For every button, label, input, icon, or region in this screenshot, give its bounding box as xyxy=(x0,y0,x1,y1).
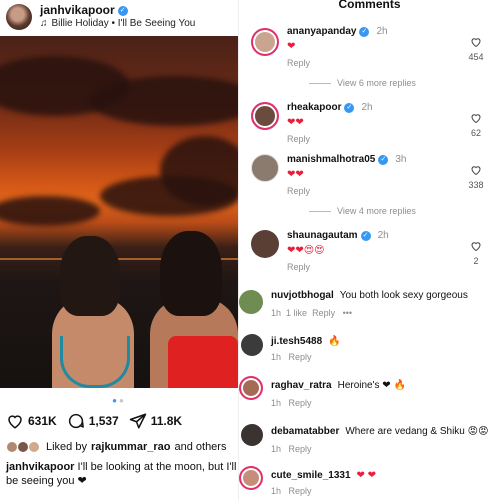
share-count: 11.8K xyxy=(150,414,183,428)
comment-item: cute_smile_1331 ❤ ❤ 1h Reply xyxy=(239,466,500,500)
verified-icon: ✓ xyxy=(344,102,355,113)
music-note-icon: ♫ xyxy=(40,18,48,29)
commenter-avatar[interactable] xyxy=(251,230,279,258)
post-header: janhvikapoor ✓ ♫ Billie Holiday • I'll B… xyxy=(0,0,238,34)
commenter-username[interactable]: raghav_ratra xyxy=(271,380,332,391)
commenter-username[interactable]: debamatabber xyxy=(271,426,339,437)
comment-like[interactable]: 2 xyxy=(464,240,488,266)
comment-item: debamatabber Where are vedang & Shiku 😡😡… xyxy=(239,422,500,458)
comment-text: ❤❤😍😍 xyxy=(287,245,325,256)
action-bar: 631K 1,537 11.8K xyxy=(6,412,182,430)
commenter-avatar[interactable] xyxy=(239,290,263,314)
caption-username[interactable]: janhvikapoor xyxy=(6,461,74,473)
post-caption: janhvikapoor I'll be looking at the moon… xyxy=(6,460,238,488)
heart-icon xyxy=(471,38,481,48)
author-username[interactable]: janhvikapoor xyxy=(40,4,115,17)
comment-text: You both look sexy gorgeous xyxy=(339,290,468,301)
song-title[interactable]: Billie Holiday • I'll Be Seeing You xyxy=(52,17,196,30)
reply-button[interactable]: Reply xyxy=(289,486,312,496)
share-action[interactable]: 11.8K xyxy=(129,412,182,430)
heart-icon xyxy=(8,415,22,429)
commenter-username[interactable]: nuvjotbhogal xyxy=(271,290,334,301)
verified-icon: ✓ xyxy=(117,5,128,16)
liker-username[interactable]: rajkummar_rao xyxy=(91,441,171,453)
verified-icon: ✓ xyxy=(360,230,371,241)
more-options-icon[interactable]: ••• xyxy=(343,308,352,318)
reply-button[interactable]: Reply xyxy=(287,186,310,196)
comment-item: raghav_ratra Heroine's ❤ 🔥 1h Reply xyxy=(239,376,500,412)
commenter-username[interactable]: cute_smile_1331 xyxy=(271,470,351,481)
commenter-username[interactable]: ji.tesh5488 xyxy=(271,336,322,347)
post-panel: janhvikapoor ✓ ♫ Billie Holiday • I'll B… xyxy=(0,0,238,500)
comment-item: shaunagautam ✓ 2h ❤❤😍😍 Reply 2 xyxy=(239,228,500,276)
commenter-avatar[interactable] xyxy=(251,154,279,182)
comment-like[interactable]: 454 xyxy=(464,36,488,62)
post-photo[interactable] xyxy=(0,36,238,388)
liker-avatar xyxy=(28,441,40,453)
comment-count: 1,537 xyxy=(88,414,119,428)
reply-button[interactable]: Reply xyxy=(289,398,312,408)
commenter-avatar[interactable] xyxy=(239,376,263,400)
reply-button[interactable]: Reply xyxy=(287,134,310,144)
commenter-username[interactable]: rheakapoor xyxy=(287,102,341,113)
comment-text: 🔥 xyxy=(328,336,341,347)
view-more-replies[interactable]: View 4 more replies xyxy=(309,206,416,216)
verified-icon: ✓ xyxy=(359,26,370,37)
commenter-username[interactable]: ananyapanday xyxy=(287,26,356,37)
like-action[interactable]: 631K xyxy=(6,412,57,430)
carousel-indicator: ●● xyxy=(112,396,126,405)
like-count: 631K xyxy=(28,414,57,428)
reply-button[interactable]: Reply xyxy=(287,262,310,272)
commenter-avatar[interactable] xyxy=(239,466,263,490)
comment-like[interactable]: 338 xyxy=(464,164,488,190)
comments-panel: Comments ananyapanday ✓ 2h ❤ Reply 454 V… xyxy=(238,0,500,500)
comment-text: ❤❤ xyxy=(287,117,304,128)
reply-button[interactable]: Reply xyxy=(312,308,335,318)
comment-item: ananyapanday ✓ 2h ❤ Reply 454 xyxy=(239,26,500,74)
liked-by: Liked by rajkummar_rao and others xyxy=(6,441,226,453)
comment-like-count[interactable]: 1 like xyxy=(286,308,307,318)
comment-text: ❤❤ xyxy=(287,169,304,180)
comment-text: ❤ ❤ xyxy=(356,470,377,481)
comment-item: nuvjotbhogal You both look sexy gorgeous… xyxy=(239,288,500,324)
commenter-avatar[interactable] xyxy=(251,102,279,130)
commenter-username[interactable]: manishmalhotra05 xyxy=(287,154,375,165)
heart-icon xyxy=(471,114,481,124)
view-more-replies[interactable]: View 6 more replies xyxy=(309,78,416,88)
reply-button[interactable]: Reply xyxy=(289,352,312,362)
comment-text: ❤ xyxy=(287,41,296,52)
comment-text: Heroine's ❤ 🔥 xyxy=(337,380,406,391)
commenter-avatar[interactable] xyxy=(241,334,263,356)
comment-item: rheakapoor ✓ 2h ❤❤ Reply 62 xyxy=(239,100,500,148)
comments-title: Comments xyxy=(338,0,401,11)
comment-action[interactable]: 1,537 xyxy=(67,412,119,430)
heart-icon xyxy=(471,242,481,252)
comment-item: ji.tesh5488 🔥 1h Reply xyxy=(239,332,500,368)
commenter-username[interactable]: shaunagautam xyxy=(287,230,358,241)
share-icon xyxy=(129,413,146,429)
comment-item: manishmalhotra05 ✓ 3h ❤❤ Reply 338 xyxy=(239,152,500,200)
comment-text: Where are vedang & Shiku 😡😡 xyxy=(345,426,489,437)
verified-icon: ✓ xyxy=(378,154,389,165)
reply-button[interactable]: Reply xyxy=(289,444,312,454)
reply-button[interactable]: Reply xyxy=(287,58,310,68)
comment-icon xyxy=(68,413,84,429)
heart-icon xyxy=(471,166,481,176)
author-avatar[interactable] xyxy=(6,4,32,30)
commenter-avatar[interactable] xyxy=(251,28,279,56)
commenter-avatar[interactable] xyxy=(241,424,263,446)
comment-like[interactable]: 62 xyxy=(464,112,488,138)
